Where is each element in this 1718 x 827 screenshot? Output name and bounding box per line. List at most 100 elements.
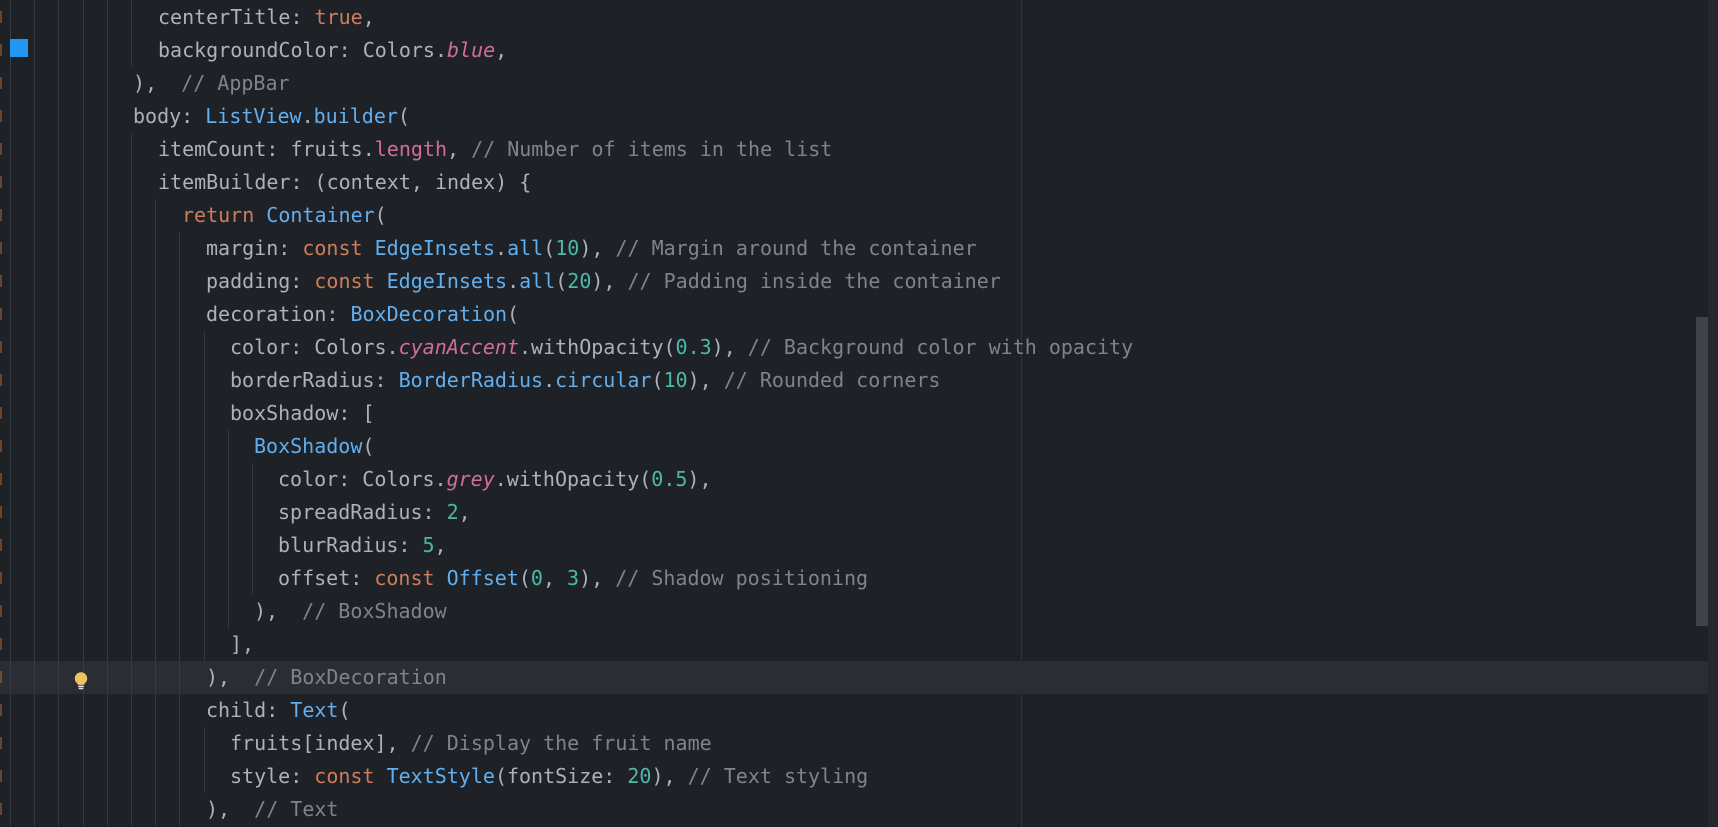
indent-guide <box>106 759 108 793</box>
code-segment: body: <box>133 103 206 128</box>
code-text: itemBuilder: (context, index) { <box>158 166 531 199</box>
indent-guide <box>82 132 84 166</box>
code-text: offset: const Offset(0, 3), // Shadow po… <box>278 562 868 595</box>
code-line[interactable]: backgroundColor: Colors.blue, <box>0 33 1708 67</box>
code-line[interactable]: BoxShadow( <box>0 429 1708 463</box>
code-line[interactable]: ), // BoxShadow <box>0 594 1708 628</box>
indent-guide <box>106 264 108 298</box>
scrollbar-thumb[interactable] <box>1696 317 1708 626</box>
indent-guide <box>203 528 205 562</box>
code-segment: Offset <box>446 565 519 590</box>
indent-guide <box>106 66 108 100</box>
indent-guide <box>227 429 229 463</box>
code-line[interactable]: color: Colors.cyanAccent.withOpacity(0.3… <box>0 330 1708 364</box>
indent-guide <box>179 330 181 364</box>
code-line[interactable]: margin: const EdgeInsets.all(10), // Mar… <box>0 231 1708 265</box>
indent-guide <box>34 462 36 496</box>
code-segment: // BoxShadow <box>278 598 447 623</box>
indent-guide <box>58 363 60 397</box>
gutter-mark <box>0 373 2 386</box>
code-segment: circular <box>555 367 652 392</box>
code-line[interactable]: child: Text( <box>0 693 1708 727</box>
color-swatch[interactable] <box>10 38 28 57</box>
indent-guide <box>179 594 181 628</box>
indent-guide <box>58 693 60 727</box>
code-segment: spreadRadius: <box>278 499 447 524</box>
code-segment: // Text styling <box>687 763 869 788</box>
indent-guide <box>179 792 181 826</box>
indent-guide <box>82 627 84 661</box>
code-segment: blue <box>446 37 496 62</box>
code-line[interactable]: color: Colors.grey.withOpacity(0.5), <box>0 462 1708 496</box>
code-line[interactable]: padding: const EdgeInsets.all(20), // Pa… <box>0 264 1708 298</box>
code-line[interactable]: style: const TextStyle(fontSize: 20), //… <box>0 759 1708 793</box>
indent-guide <box>34 429 36 463</box>
indent-guide <box>58 198 60 232</box>
code-line[interactable]: spreadRadius: 2, <box>0 495 1708 529</box>
code-text: decoration: BoxDecoration( <box>206 298 519 331</box>
code-text: ), // BoxDecoration <box>206 661 447 694</box>
code-line[interactable]: ], <box>0 627 1708 661</box>
indent-guide <box>58 297 60 331</box>
code-segment: EdgeInsets <box>374 235 496 260</box>
indent-guide <box>82 99 84 133</box>
indent-guide <box>34 792 36 826</box>
indent-guide <box>34 561 36 595</box>
code-line[interactable]: decoration: BoxDecoration( <box>0 297 1708 331</box>
code-line[interactable]: ), // BoxDecoration <box>0 660 1708 694</box>
indent-guide <box>131 726 132 760</box>
lightbulb-icon[interactable] <box>72 668 90 689</box>
code-segment: child: <box>206 697 291 722</box>
indent-guide <box>34 660 36 694</box>
code-line[interactable]: offset: const Offset(0, 3), // Shadow po… <box>0 561 1708 595</box>
code-line[interactable]: ), // AppBar <box>0 66 1708 100</box>
code-line[interactable]: itemCount: fruits.length, // Number of i… <box>0 132 1708 166</box>
code-line[interactable]: ), // Text <box>0 792 1708 826</box>
code-segment: ( <box>651 367 664 392</box>
indent-guide <box>203 726 205 760</box>
code-line[interactable]: blurRadius: 5, <box>0 528 1708 562</box>
code-segment: ), <box>687 466 712 491</box>
indent-guide <box>82 231 84 265</box>
indent-guide <box>106 330 108 364</box>
indent-guide <box>10 429 11 463</box>
code-segment: borderRadius: <box>230 367 399 392</box>
indent-guide <box>155 495 157 529</box>
indent-guide <box>10 528 11 562</box>
code-segment: style: <box>230 763 315 788</box>
code-line[interactable]: itemBuilder: (context, index) { <box>0 165 1708 199</box>
code-segment: . <box>543 367 556 392</box>
code-line[interactable]: return Container( <box>0 198 1708 232</box>
code-segment: . <box>495 235 508 260</box>
indent-guide <box>10 99 11 133</box>
indent-guide <box>34 627 36 661</box>
code-text: body: ListView.builder( <box>133 100 410 133</box>
code-line[interactable]: centerTitle: true, <box>0 0 1708 34</box>
indent-guide <box>82 429 84 463</box>
indent-guide <box>34 396 36 430</box>
indent-guide <box>106 495 108 529</box>
indent-guide <box>10 627 11 661</box>
indent-guide <box>131 792 132 826</box>
code-segment: ), <box>651 763 688 788</box>
indent-guide <box>179 264 181 298</box>
code-line[interactable]: fruits[index], // Display the fruit name <box>0 726 1708 760</box>
gutter-mark <box>0 208 2 221</box>
code-segment: . <box>301 103 314 128</box>
indent-guide <box>155 462 157 496</box>
code-segment: (fontSize: <box>494 763 628 788</box>
code-line[interactable]: borderRadius: BorderRadius.circular(10),… <box>0 363 1708 397</box>
code-line[interactable]: body: ListView.builder( <box>0 99 1708 133</box>
indent-guide <box>58 396 60 430</box>
indent-guide <box>10 165 11 199</box>
code-editor[interactable]: centerTitle: true, backgroundColor: Color… <box>0 0 1718 827</box>
indent-guide <box>34 99 36 133</box>
code-line[interactable]: boxShadow: [ <box>0 396 1708 430</box>
indent-guide <box>131 660 132 694</box>
indent-guide <box>58 462 60 496</box>
code-segment: ( <box>518 565 531 590</box>
gutter-mark <box>0 637 2 650</box>
code-segment: Container <box>266 202 375 227</box>
indent-guide <box>131 297 132 331</box>
